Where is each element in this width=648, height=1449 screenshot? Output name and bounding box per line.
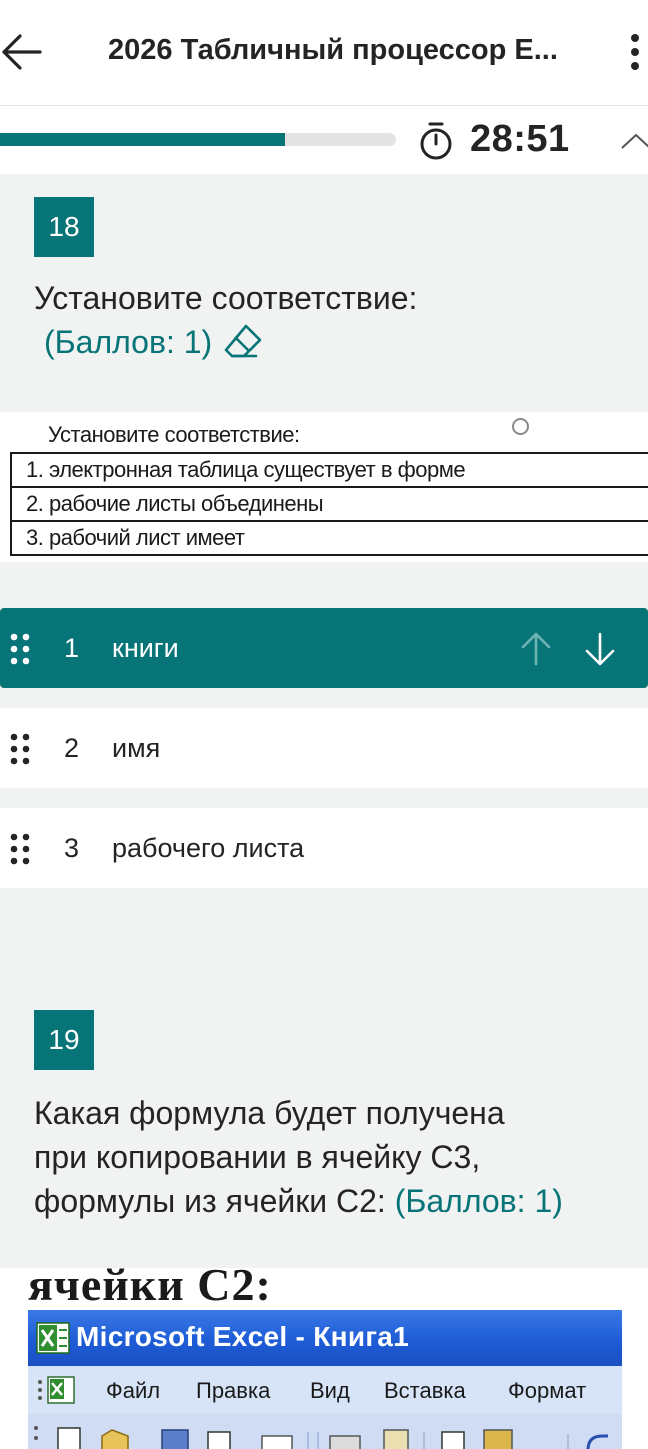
progress-bar [0,133,396,146]
drag-handle-icon[interactable] [9,732,31,766]
eraser-icon[interactable] [222,321,264,361]
excel-menu-edit: Правка [196,1378,271,1403]
drag-handle-icon[interactable] [9,832,31,866]
order-item-number: 3 [64,832,80,863]
question-image: Установите соответствие: 1. электронная … [0,412,648,562]
order-item-2[interactable]: 2 имя [0,708,648,788]
excel-menu-view: Вид [310,1378,350,1403]
image-heading: ячейки С2: [28,1259,272,1310]
order-item-label: имя [112,732,161,763]
excel-toolbar [28,1414,622,1449]
excel-menubar: Файл Правка Вид Вставка Формат [28,1366,622,1414]
timer-readout: 28:51 [470,118,570,160]
question-text-line: при копировании в ячейку С3, [34,1139,481,1175]
question-image: ячейки С2: Microsoft Excel - Книга1 Файл… [0,1259,648,1449]
back-button[interactable] [0,30,44,74]
excel-toolbar-icons [34,1426,608,1449]
more-options-button[interactable] [624,32,646,72]
question-title: Установите соответствие: (Баллов: 1) [34,276,618,364]
question-18-section: 18 Установите соответствие: (Баллов: 1) … [0,174,648,1008]
progress-row: 28:51 [0,106,648,174]
chevron-up-icon [621,133,648,149]
page-title: 2026 Табличный процессор E... [108,34,558,66]
arrow-up-icon[interactable] [518,630,554,668]
image-table-cell: 1. электронная таблица существует в форм… [10,452,648,488]
points-label: (Баллов: 1) [44,324,213,360]
question-text: Установите соответствие: [34,280,418,316]
image-circle-mark [512,418,529,435]
order-item-label: книги [112,632,179,663]
arrow-down-icon[interactable] [582,630,618,668]
excel-menu-insert: Вставка [384,1378,466,1403]
order-item-label: рабочего листа [112,832,305,863]
excel-window-image: Microsoft Excel - Книга1 Файл Правка Вид… [28,1310,622,1449]
image-table-row: 3. рабочий лист имеет [10,520,648,556]
question-number: 19 [34,1010,94,1070]
excel-window-title: Microsoft Excel - Книга1 [76,1321,410,1352]
question-title: Какая формула будет получена при копиров… [34,1091,618,1223]
order-item-3[interactable]: 3 рабочего листа [0,808,648,888]
image-table-cell: 2. рабочие листы объединены [10,486,648,522]
kebab-icon [631,34,639,70]
excel-sheet-icon [38,1376,75,1404]
excel-menu-file: Файл [106,1378,161,1403]
collapse-button[interactable] [620,126,648,156]
progress-fill [0,133,286,146]
order-item-number: 2 [64,732,80,763]
image-caption: Установите соответствие: [48,422,300,447]
image-table-row: 2. рабочие листы объединены [10,486,648,522]
arrow-left-icon [2,34,42,70]
image-table-row: 1. электронная таблица существует в форм… [10,452,648,488]
question-text-line: формулы из ячейки С2: [34,1183,386,1219]
question-number: 18 [34,197,94,257]
question-text-line: Какая формула будет получена [34,1095,505,1131]
excel-titlebar: Microsoft Excel - Книга1 [28,1310,622,1366]
order-item-1[interactable]: 1 книги [0,608,648,688]
image-table: 1. электронная таблица существует в форм… [10,452,648,556]
points-label: (Баллов: 1) [394,1183,563,1219]
order-item-number: 1 [64,632,80,663]
stopwatch-icon [420,122,452,160]
image-table-cell: 3. рабочий лист имеет [10,520,648,556]
excel-logo-icon [36,1322,70,1354]
app-header: 2026 Табличный процессор E... [0,0,648,106]
excel-menu-format: Формат [508,1378,587,1403]
drag-handle-icon[interactable] [9,632,31,666]
question-19-section: 19 Какая формула будет получена при копи… [0,1008,648,1268]
